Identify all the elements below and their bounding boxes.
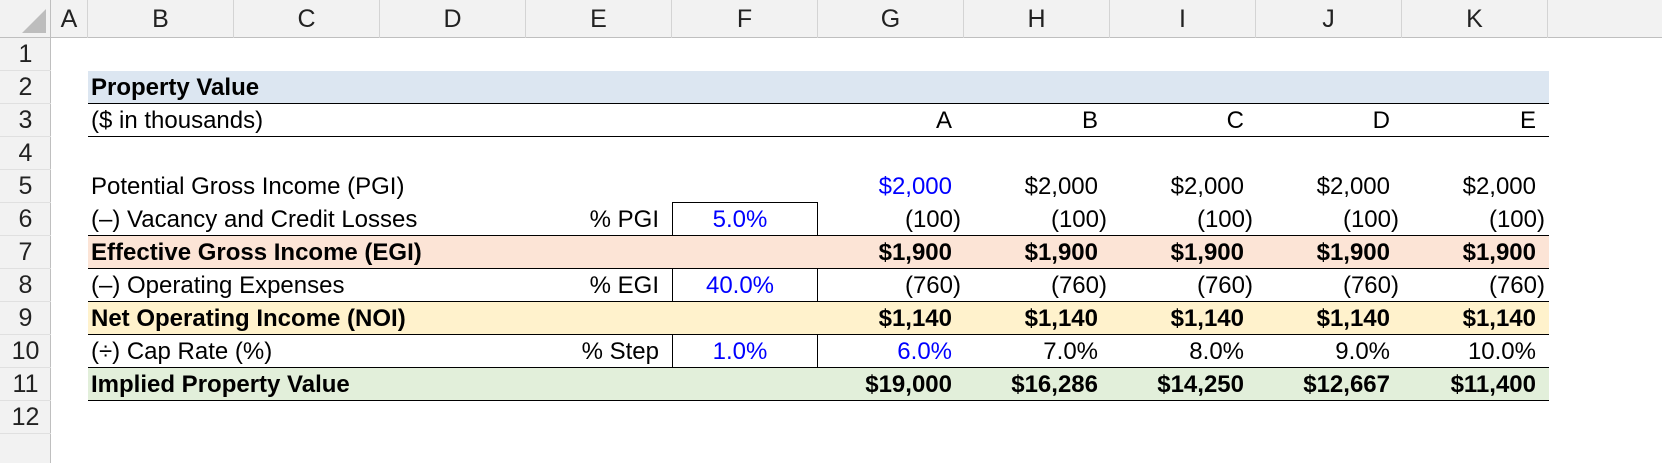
row-header-8[interactable]: 8 [0,269,51,302]
vacancy-value-b[interactable]: (100) [964,203,1107,236]
vacancy-value-d[interactable]: (100) [1256,203,1399,236]
egi-value-c[interactable]: $1,900 [1110,236,1244,269]
implied-value-b[interactable]: $16,286 [964,368,1098,401]
row-header-7[interactable]: 7 [0,236,51,269]
row-header-6[interactable]: 6 [0,203,51,236]
implied-value-d[interactable]: $12,667 [1256,368,1390,401]
noi-value-d[interactable]: $1,140 [1256,302,1390,335]
cap-rate-value-e[interactable]: 10.0% [1402,335,1536,368]
egi-label[interactable]: Effective Gross Income (EGI) [91,236,422,269]
scenario-header-c[interactable]: C [1110,104,1244,137]
vacancy-value-a[interactable]: (100) [818,203,961,236]
vacancy-unit[interactable]: % PGI [526,203,659,236]
noi-value-a[interactable]: $1,140 [818,302,952,335]
column-header-i[interactable]: I [1110,0,1256,38]
egi-value-d[interactable]: $1,900 [1256,236,1390,269]
implied-value-c[interactable]: $14,250 [1110,368,1244,401]
opex-unit[interactable]: % EGI [526,269,659,302]
egi-value-b[interactable]: $1,900 [964,236,1098,269]
scenario-header-e[interactable]: E [1402,104,1536,137]
cap-rate-value-a[interactable]: 6.0% [818,335,952,368]
scenario-header-b[interactable]: B [964,104,1098,137]
opex-label[interactable]: (–) Operating Expenses [91,269,344,302]
title-band [88,71,1549,104]
opex-value-e[interactable]: (760) [1402,269,1545,302]
noi-value-e[interactable]: $1,140 [1402,302,1536,335]
vacancy-input[interactable]: 5.0% [672,203,808,236]
column-header-e[interactable]: E [526,0,672,38]
cap-rate-value-c[interactable]: 8.0% [1110,335,1244,368]
pgi-value-d[interactable]: $2,000 [1256,170,1390,203]
pgi-value-e[interactable]: $2,000 [1402,170,1536,203]
column-header-k[interactable]: K [1402,0,1548,38]
noi-value-b[interactable]: $1,140 [964,302,1098,335]
cap-rate-value-b[interactable]: 7.0% [964,335,1098,368]
vacancy-label[interactable]: (–) Vacancy and Credit Losses [91,203,417,236]
row-header-2[interactable]: 2 [0,71,51,104]
opex-value-c[interactable]: (760) [1110,269,1253,302]
scenario-header-d[interactable]: D [1256,104,1390,137]
column-header-b[interactable]: B [88,0,234,38]
egi-value-e[interactable]: $1,900 [1402,236,1536,269]
spreadsheet-grid: A B C D E F G H I J K 1 2 3 4 5 6 7 8 9 … [0,0,1662,463]
vacancy-value-e[interactable]: (100) [1402,203,1545,236]
cap-rate-unit[interactable]: % Step [526,335,659,368]
column-header-h[interactable]: H [964,0,1110,38]
row-header-5[interactable]: 5 [0,170,51,203]
row-header-9[interactable]: 9 [0,302,51,335]
row-header-3[interactable]: 3 [0,104,51,137]
opex-input[interactable]: 40.0% [672,269,808,302]
column-header-g[interactable]: G [818,0,964,38]
header-underline [88,136,1549,137]
row-header-4[interactable]: 4 [0,137,51,170]
page-title[interactable]: Property Value [91,71,259,104]
pgi-value-b[interactable]: $2,000 [964,170,1098,203]
pgi-value-c[interactable]: $2,000 [1110,170,1244,203]
opex-value-a[interactable]: (760) [818,269,961,302]
units-subtitle[interactable]: ($ in thousands) [91,104,263,137]
select-all-icon [22,9,46,33]
select-all-corner[interactable] [0,0,51,38]
scenario-header-a[interactable]: A [818,104,952,137]
opex-value-d[interactable]: (760) [1256,269,1399,302]
row-header-10[interactable]: 10 [0,335,51,368]
pgi-value-a[interactable]: $2,000 [818,170,952,203]
implied-value-a[interactable]: $19,000 [818,368,952,401]
pgi-label[interactable]: Potential Gross Income (PGI) [91,170,404,203]
column-header-j[interactable]: J [1256,0,1402,38]
noi-label[interactable]: Net Operating Income (NOI) [91,302,406,335]
column-header-d[interactable]: D [380,0,526,38]
column-header-c[interactable]: C [234,0,380,38]
implied-value-label[interactable]: Implied Property Value [91,368,350,401]
egi-value-a[interactable]: $1,900 [818,236,952,269]
row-header-1[interactable]: 1 [0,38,51,71]
row-header-11[interactable]: 11 [0,368,51,401]
column-header-a[interactable]: A [51,0,88,38]
opex-value-b[interactable]: (760) [964,269,1107,302]
cap-rate-label[interactable]: (÷) Cap Rate (%) [91,335,272,368]
implied-value-e[interactable]: $11,400 [1402,368,1536,401]
column-header-f[interactable]: F [672,0,818,38]
vacancy-value-c[interactable]: (100) [1110,203,1253,236]
cap-rate-value-d[interactable]: 9.0% [1256,335,1390,368]
row-header-12[interactable]: 12 [0,401,51,434]
cap-step-input[interactable]: 1.0% [672,335,808,368]
noi-value-c[interactable]: $1,140 [1110,302,1244,335]
